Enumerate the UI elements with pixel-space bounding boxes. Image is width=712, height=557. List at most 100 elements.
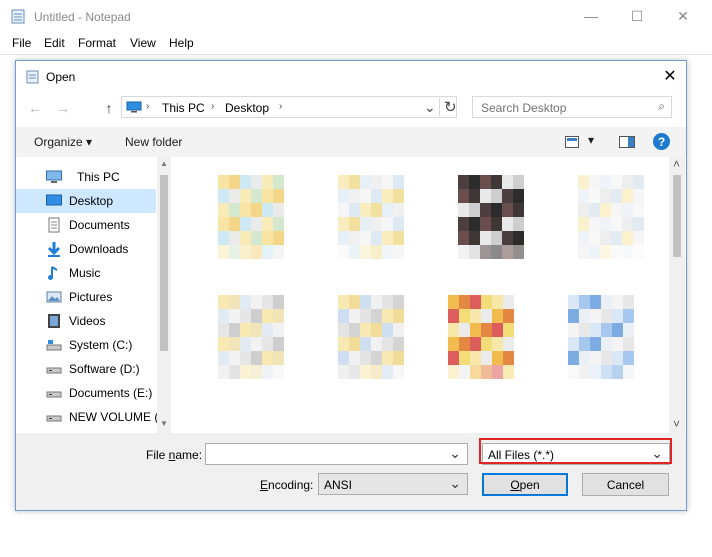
- open-button[interactable]: Open: [482, 473, 568, 496]
- file-thumbnail-block: [623, 337, 634, 351]
- file-list[interactable]: [172, 157, 669, 433]
- view-options-button[interactable]: ▾: [588, 133, 594, 147]
- notepad-icon: [11, 9, 25, 24]
- sidebar-item-this-pc[interactable]: This PC: [16, 165, 156, 189]
- file-name-input[interactable]: ⌄: [205, 443, 468, 465]
- file-thumbnail-block: [349, 309, 360, 323]
- scroll-up-icon[interactable]: ˄: [673, 157, 680, 171]
- file-thumbnail-block: [251, 295, 262, 309]
- file-thumbnail-block: [470, 309, 481, 323]
- menu-format[interactable]: Format: [78, 36, 116, 50]
- sidebar-item-pictures[interactable]: Pictures: [16, 285, 156, 309]
- file-thumbnail-block: [338, 351, 349, 365]
- file-thumbnail-block: [393, 337, 404, 351]
- file-thumbnail-block: [502, 175, 513, 189]
- file-thumbnail-block: [360, 175, 371, 189]
- file-thumbnail-block: [568, 295, 579, 309]
- file-thumbnail-block: [612, 365, 623, 379]
- sidebar-item-desktop[interactable]: Desktop: [16, 189, 156, 213]
- refresh-button[interactable]: ↻: [439, 98, 457, 116]
- file-thumbnail-block: [371, 245, 382, 259]
- close-button[interactable]: ✕: [660, 0, 706, 32]
- file-thumbnail-block: [371, 323, 382, 337]
- menu-view[interactable]: View: [130, 36, 156, 50]
- file-thumbnail-block: [459, 323, 470, 337]
- encoding-label: Encoding:: [260, 478, 314, 492]
- sidebar-item-documents[interactable]: Documents: [16, 213, 156, 237]
- organize-button[interactable]: Organize ▾: [34, 135, 92, 149]
- scroll-down-icon[interactable]: ▼: [160, 419, 168, 428]
- maximize-button[interactable]: ☐: [614, 0, 660, 32]
- sidebar-item-label: Music: [69, 266, 101, 280]
- forward-button[interactable]: →: [54, 99, 72, 117]
- chevron-down-icon[interactable]: ⌄: [449, 445, 461, 462]
- file-thumbnail-block: [470, 323, 481, 337]
- dialog-close-button[interactable]: ✕: [660, 66, 680, 86]
- sidebar-item-label: NEW VOLUME (F: [69, 410, 166, 424]
- back-button[interactable]: ←: [26, 99, 44, 117]
- encoding-select[interactable]: ANSI ⌄: [318, 473, 468, 495]
- file-thumbnail-block: [371, 337, 382, 351]
- breadcrumb-this-pc[interactable]: This PC: [162, 101, 205, 115]
- file-thumbnail-block: [568, 365, 579, 379]
- file-thumbnail-block: [251, 203, 262, 217]
- file-thumbnail-block: [360, 337, 371, 351]
- file-thumbnail-block: [371, 217, 382, 231]
- sidebar-item-downloads[interactable]: Downloads: [16, 237, 156, 261]
- scroll-up-icon[interactable]: ▲: [160, 159, 168, 168]
- file-thumbnail-block: [229, 323, 240, 337]
- cancel-button[interactable]: Cancel: [582, 473, 669, 496]
- menu-help[interactable]: Help: [169, 36, 194, 50]
- new-folder-button[interactable]: New folder: [125, 135, 182, 149]
- navigation-scrollbar[interactable]: ▲ ▼: [157, 157, 171, 433]
- file-thumbnail-block: [502, 189, 513, 203]
- address-bar[interactable]: › This PC › Desktop › ⌄ ↻: [121, 96, 457, 118]
- notepad-title-bar[interactable]: Untitled - Notepad — ☐ ✕: [0, 0, 712, 32]
- file-thumbnail-block: [338, 231, 349, 245]
- sidebar-item-system-c[interactable]: System (C:): [16, 333, 156, 357]
- file-thumbnail-block: [578, 231, 589, 245]
- sidebar-item-software-d[interactable]: Software (D:): [16, 357, 156, 381]
- sidebar-item-new-volume-f[interactable]: NEW VOLUME (F: [16, 405, 166, 429]
- sidebar-item-videos[interactable]: Videos: [16, 309, 156, 333]
- scroll-down-icon[interactable]: ˅: [673, 417, 680, 431]
- file-thumbnail-block: [589, 231, 600, 245]
- file-thumbnail-block: [273, 231, 284, 245]
- file-thumbnail-block: [218, 365, 229, 379]
- file-thumbnail-block: [623, 365, 634, 379]
- sidebar-item-music[interactable]: Music: [16, 261, 156, 285]
- scrollbar-thumb[interactable]: [673, 175, 681, 257]
- menu-file[interactable]: File: [12, 36, 31, 50]
- sidebar-item-documents-e[interactable]: Documents (E:): [16, 381, 156, 405]
- sidebar-item-label: Documents: [69, 218, 130, 232]
- file-name-label: File name:: [146, 448, 203, 462]
- file-thumbnail-block: [600, 203, 611, 217]
- search-input[interactable]: [479, 99, 653, 117]
- file-thumbnail-block: [492, 295, 503, 309]
- file-thumbnail-block: [240, 309, 251, 323]
- breadcrumb-desktop[interactable]: Desktop: [225, 101, 269, 115]
- sidebar-item-label: Desktop: [69, 194, 114, 208]
- menu-edit[interactable]: Edit: [44, 36, 65, 50]
- view-icon[interactable]: [565, 136, 579, 148]
- search-box[interactable]: ⌕: [472, 96, 672, 118]
- up-button[interactable]: ↑: [100, 99, 118, 117]
- address-dropdown-icon[interactable]: ⌄: [424, 99, 436, 116]
- scrollbar-thumb[interactable]: [160, 175, 168, 351]
- preview-pane-icon[interactable]: [619, 136, 635, 148]
- file-thumbnail-block: [229, 295, 240, 309]
- file-thumbnail-block: [480, 203, 491, 217]
- file-thumbnail-block: [481, 323, 492, 337]
- chevron-down-icon[interactable]: ⌄: [449, 475, 461, 492]
- file-list-scrollbar[interactable]: ˄ ˅: [669, 157, 685, 433]
- sidebar-item-label: Documents (E:): [69, 386, 153, 400]
- minimize-button[interactable]: —: [568, 0, 614, 32]
- dialog-title-bar[interactable]: Open ✕: [16, 61, 686, 91]
- help-icon[interactable]: ?: [653, 133, 670, 150]
- file-thumbnail-block: [229, 365, 240, 379]
- file-thumbnail-block: [240, 203, 251, 217]
- file-thumbnail-block: [448, 351, 459, 365]
- file-thumbnail-block: [382, 351, 393, 365]
- file-thumbnail-block: [360, 309, 371, 323]
- file-thumbnail-block: [491, 189, 502, 203]
